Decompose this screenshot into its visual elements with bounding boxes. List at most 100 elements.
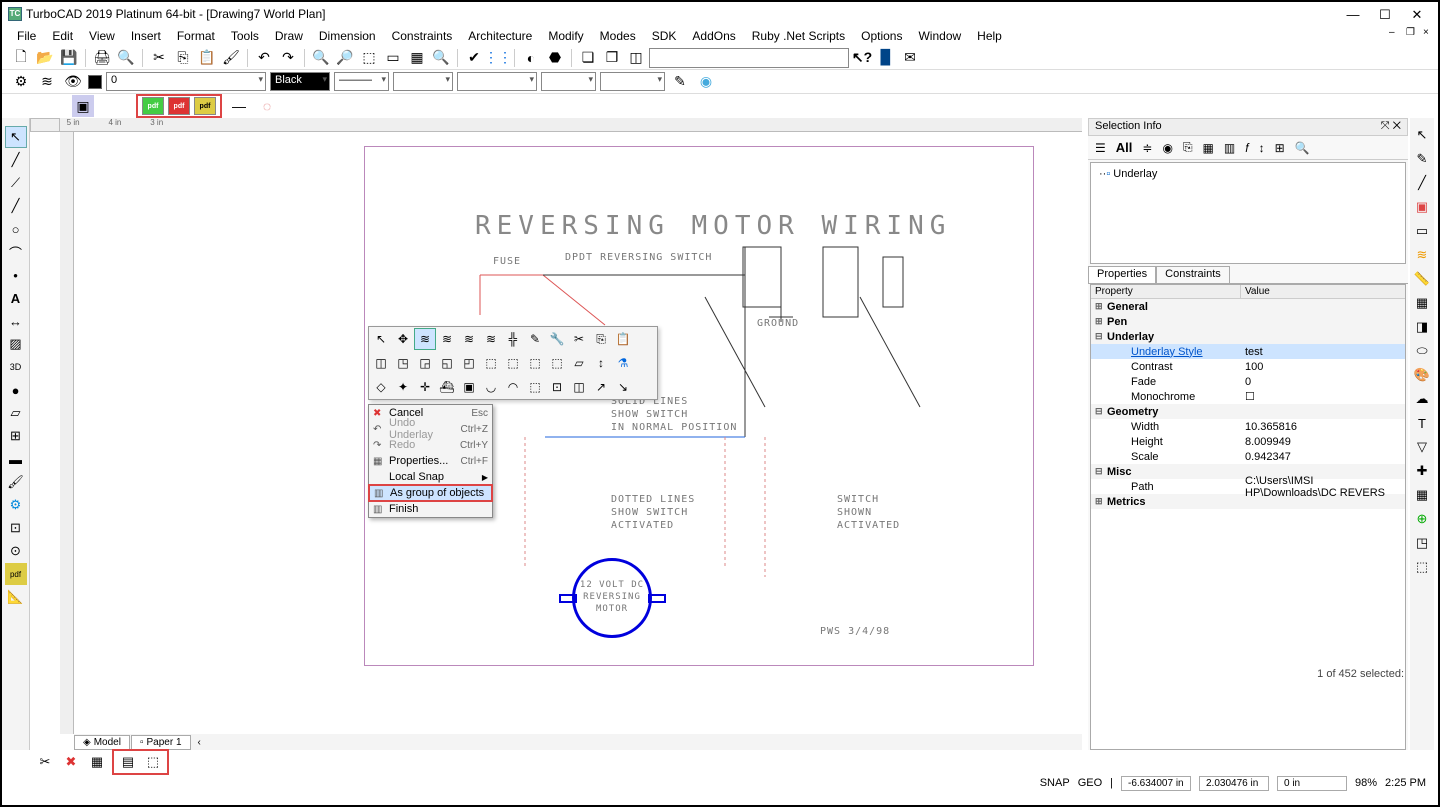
grid-button[interactable]: ⋮⋮ bbox=[487, 47, 509, 69]
save-button[interactable]: 💾 bbox=[58, 47, 80, 69]
box-tool[interactable]: ▱ bbox=[5, 402, 27, 424]
maximize-button[interactable]: ☐ bbox=[1378, 7, 1392, 21]
snap-tool[interactable]: ⊙ bbox=[5, 540, 27, 562]
filter-f6-icon[interactable]: ↕ bbox=[1256, 139, 1268, 157]
ct-b2-icon[interactable]: ✦ bbox=[392, 376, 414, 398]
tab-properties[interactable]: Properties bbox=[1088, 266, 1156, 283]
ct-flask-icon[interactable]: ⚗ bbox=[612, 352, 634, 374]
mdi-minimize-button[interactable]: – bbox=[1389, 27, 1400, 38]
filter-f2-icon[interactable]: ◉ bbox=[1159, 139, 1175, 157]
new-file-button[interactable]: 🗋 bbox=[10, 47, 32, 69]
ct-cube9-icon[interactable]: ⬚ bbox=[546, 352, 568, 374]
wall-tool[interactable]: ▬ bbox=[5, 448, 27, 470]
segment-tool[interactable]: ╱ bbox=[5, 195, 27, 217]
dimension-tool[interactable]: ↔ bbox=[5, 310, 27, 332]
menu-file[interactable]: File bbox=[10, 27, 43, 45]
visibility-icon[interactable]: 👁 bbox=[62, 71, 84, 93]
zoom-button[interactable]: ▦ bbox=[406, 47, 428, 69]
ct-cube3-icon[interactable]: ◲ bbox=[414, 352, 436, 374]
filter-all-button[interactable]: All bbox=[1113, 138, 1136, 157]
3d-tool[interactable]: 3D bbox=[5, 356, 27, 378]
cm-properties-[interactable]: ▦Properties...Ctrl+F bbox=[369, 453, 492, 469]
bt-iso-view-icon[interactable]: ⬚ bbox=[142, 751, 164, 773]
rt-arrow-icon[interactable]: ↖ bbox=[1411, 124, 1433, 146]
spellcheck-button[interactable]: ✔ bbox=[463, 47, 485, 69]
ct-node-icon[interactable]: ╬ bbox=[502, 328, 524, 350]
rt-box-icon[interactable]: ▣ bbox=[1411, 196, 1433, 218]
rt-layers-icon[interactable]: ≋ bbox=[1411, 244, 1433, 266]
copy-button[interactable]: ⎘ bbox=[172, 47, 194, 69]
rt-text-icon[interactable]: T bbox=[1411, 412, 1433, 434]
gear-icon[interactable]: ⚙ bbox=[10, 71, 32, 93]
linetype-dropdown[interactable]: ——— bbox=[334, 72, 389, 91]
bt-grid-icon[interactable]: ▦ bbox=[86, 751, 108, 773]
prop-pen[interactable]: ⊞Pen bbox=[1091, 314, 1405, 329]
style-dropdown[interactable] bbox=[457, 72, 537, 91]
ct-plane-icon[interactable]: ▱ bbox=[568, 352, 590, 374]
cm-finish[interactable]: ▥Finish bbox=[369, 501, 492, 517]
ct-b4-icon[interactable]: ⛴ bbox=[436, 376, 458, 398]
undo-button[interactable]: ↶ bbox=[253, 47, 275, 69]
panel-pin-icon[interactable]: ⤧ bbox=[1381, 120, 1390, 132]
status-snap[interactable]: SNAP bbox=[1040, 777, 1070, 789]
mail-button[interactable]: ✉ bbox=[899, 47, 921, 69]
ct-cube1-icon[interactable]: ◫ bbox=[370, 352, 392, 374]
zoom-fit-button[interactable]: 🔍 bbox=[430, 47, 452, 69]
rt-pencil-icon[interactable]: ✎ bbox=[1411, 148, 1433, 170]
ct-wrench-icon[interactable]: 🔧 bbox=[546, 328, 568, 350]
print-preview-button[interactable]: 🔍 bbox=[115, 47, 137, 69]
layer-button[interactable]: ◐ bbox=[520, 47, 542, 69]
view-button[interactable]: ▣ bbox=[72, 95, 94, 117]
close-button[interactable]: ✕ bbox=[1410, 7, 1424, 21]
menu-modify[interactable]: Modify bbox=[541, 27, 590, 45]
minimize-button[interactable]: — bbox=[1346, 7, 1360, 21]
zoom-window-button[interactable]: ⬚ bbox=[358, 47, 380, 69]
ct-b6-icon[interactable]: ◡ bbox=[480, 376, 502, 398]
rt-compass-icon[interactable]: ⊕ bbox=[1411, 508, 1433, 530]
rt-ruler-icon[interactable]: 📏 bbox=[1411, 268, 1433, 290]
select-tool[interactable]: ↖ bbox=[5, 126, 27, 148]
filter-f7-icon[interactable]: ⊞ bbox=[1272, 139, 1288, 157]
zoom-out-button[interactable]: 🔎 bbox=[334, 47, 356, 69]
ct-layer3-icon[interactable]: ≋ bbox=[458, 328, 480, 350]
rt-drop-icon[interactable]: ⬭ bbox=[1411, 340, 1433, 362]
zoom-in-button[interactable]: 🔍 bbox=[310, 47, 332, 69]
ct-cube5-icon[interactable]: ◰ bbox=[458, 352, 480, 374]
ct-cube6-icon[interactable]: ⬚ bbox=[480, 352, 502, 374]
zoom-extents-button[interactable]: ▭ bbox=[382, 47, 404, 69]
cascade-button[interactable]: ❐ bbox=[601, 47, 623, 69]
layer-dropdown[interactable]: 0 bbox=[106, 72, 266, 91]
cm-as-group-of-objects[interactable]: ▥As group of objects bbox=[368, 484, 493, 502]
ct-b9-icon[interactable]: ⊡ bbox=[546, 376, 568, 398]
menu-sdk[interactable]: SDK bbox=[645, 27, 684, 45]
rt-grid-icon[interactable]: ▦ bbox=[1411, 484, 1433, 506]
ct-paste-icon[interactable]: 📋 bbox=[612, 328, 634, 350]
tab-prev-button[interactable]: ‹ bbox=[192, 737, 207, 748]
tree-underlay-item[interactable]: ··▫ Underlay bbox=[1095, 167, 1401, 181]
prop-height[interactable]: Height8.009949 bbox=[1091, 434, 1405, 449]
cut-button[interactable]: ✂ bbox=[148, 47, 170, 69]
pdf-red-button[interactable]: pdf bbox=[168, 97, 190, 115]
menu-addons[interactable]: AddOns bbox=[685, 27, 742, 45]
menu-constraints[interactable]: Constraints bbox=[385, 27, 460, 45]
sphere-icon[interactable]: ◉ bbox=[695, 71, 717, 93]
ct-pencil-icon[interactable]: ✎ bbox=[524, 328, 546, 350]
pdf-yellow-button[interactable]: pdf bbox=[194, 97, 216, 115]
ct-copy-icon[interactable]: ⎘ bbox=[590, 328, 612, 350]
ct-layer2-icon[interactable]: ≋ bbox=[436, 328, 458, 350]
selection-tree[interactable]: ··▫ Underlay bbox=[1090, 162, 1406, 264]
prop-underlay[interactable]: ⊟Underlay bbox=[1091, 329, 1405, 344]
ct-cube2-icon[interactable]: ◳ bbox=[392, 352, 414, 374]
ct-b12-icon[interactable]: ↘ bbox=[612, 376, 634, 398]
ct-cut-icon[interactable]: ✂ bbox=[568, 328, 590, 350]
ct-axis-icon[interactable]: ↕ bbox=[590, 352, 612, 374]
prop-geometry[interactable]: ⊟Geometry bbox=[1091, 404, 1405, 419]
pencil-icon[interactable]: ✎ bbox=[669, 71, 691, 93]
ct-b8-icon[interactable]: ⬚ bbox=[524, 376, 546, 398]
mdi-close-button[interactable]: × bbox=[1423, 27, 1434, 38]
property-grid[interactable]: Property Value ⊞General⊞Pen⊟UnderlayUnde… bbox=[1090, 284, 1406, 750]
open-file-button[interactable]: 📂 bbox=[34, 47, 56, 69]
prop-underlay-style[interactable]: Underlay Styletest bbox=[1091, 344, 1405, 359]
command-input[interactable] bbox=[649, 48, 849, 68]
prop-monochrome[interactable]: Monochrome☐ bbox=[1091, 389, 1405, 404]
